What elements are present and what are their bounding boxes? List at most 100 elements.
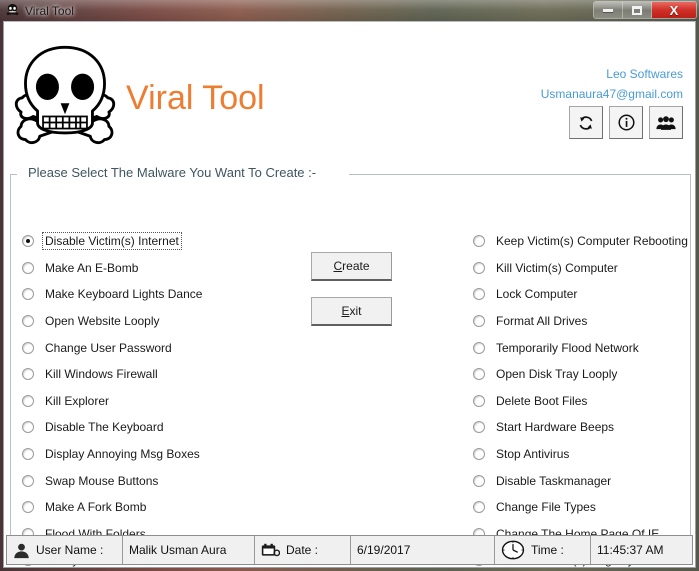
radio-option-label: Open Website Looply <box>45 314 160 329</box>
radio-indicator-icon <box>22 501 34 514</box>
exit-button-accel: E <box>341 304 350 318</box>
exit-button[interactable]: Exit <box>311 297 392 326</box>
status-user-label: User Name : <box>36 543 104 557</box>
window-title: Viral Tool <box>25 3 74 18</box>
radio-option-label: Keep Victim(s) Computer Rebooting <box>496 234 688 249</box>
radio-option[interactable]: Kill Victim(s) Computer <box>473 255 695 282</box>
radio-option-label: Stop Antivirus <box>496 447 570 462</box>
radio-option-label: Open Disk Tray Looply <box>496 367 618 382</box>
radio-option[interactable]: Disable Victim(s) Internet <box>22 228 322 255</box>
radio-indicator-icon <box>473 474 485 487</box>
malware-selection-group: Please Select The Malware You Want To Cr… <box>10 165 691 567</box>
status-time-label-cell: Time : <box>495 536 591 564</box>
calendar-icon <box>261 543 280 558</box>
company-name: Leo Softwares <box>606 67 683 81</box>
radio-option-label: Kill Windows Firewall <box>45 367 158 382</box>
window-skull-icon <box>6 3 19 16</box>
radio-indicator-icon <box>473 235 485 248</box>
radio-option[interactable]: Make Keyboard Lights Dance <box>22 281 322 308</box>
page-title: Viral Tool <box>126 79 265 117</box>
option-column-left: Disable Victim(s) Internet Make An E-Bomb… <box>22 228 322 567</box>
info-icon <box>617 114 635 131</box>
about-team-button[interactable] <box>649 106 683 139</box>
radio-option-label: Format All Drives <box>496 314 588 329</box>
radio-option-label: Disable The Keyboard <box>45 420 164 435</box>
radio-indicator-icon <box>473 315 485 328</box>
refresh-button[interactable] <box>569 106 603 139</box>
radio-option-label: Make An E-Bomb <box>45 260 139 275</box>
radio-option[interactable]: Display Annoying Msg Boxes <box>22 441 322 468</box>
radio-option-label: Change File Types <box>496 500 596 515</box>
status-bar: User Name : Malik Usman Aura Date : 6/19… <box>6 535 693 565</box>
radio-indicator-icon <box>473 421 485 434</box>
radio-option-label: Kill Victim(s) Computer <box>496 260 618 275</box>
radio-option[interactable]: Change File Types <box>473 494 695 521</box>
radio-option-label: Disable Taskmanager <box>496 473 612 488</box>
radio-indicator-icon <box>473 288 485 301</box>
action-button-group: Create Exit <box>311 252 392 326</box>
title-bar[interactable]: Viral Tool X <box>0 0 699 21</box>
refresh-icon <box>579 115 593 130</box>
info-button[interactable] <box>609 106 643 139</box>
close-button[interactable]: X <box>652 2 696 18</box>
create-button-label: reate <box>342 259 370 273</box>
status-date-label: Date : <box>286 543 319 557</box>
radio-indicator-icon <box>473 448 485 461</box>
radio-indicator-icon <box>22 315 34 328</box>
maximize-icon <box>632 5 642 15</box>
radio-option[interactable]: Disable The Keyboard <box>22 414 322 441</box>
radio-option-label: Start Hardware Beeps <box>496 420 615 435</box>
radio-option[interactable]: Start Hardware Beeps <box>473 414 695 441</box>
create-button-accel: C <box>333 259 343 273</box>
radio-option[interactable]: Lock Computer <box>473 281 695 308</box>
radio-indicator-icon <box>22 235 34 248</box>
group-box-title: Please Select The Malware You Want To Cr… <box>23 165 322 180</box>
radio-option[interactable]: Open Website Looply <box>22 308 322 335</box>
radio-option-label: Change User Password <box>45 340 172 355</box>
radio-option[interactable]: Kill Explorer <box>22 388 322 415</box>
radio-indicator-icon <box>22 474 34 487</box>
status-date-label-cell: Date : <box>255 536 351 564</box>
radio-indicator-icon <box>22 341 34 354</box>
radio-indicator-icon <box>473 261 485 274</box>
create-button[interactable]: Create <box>311 252 392 281</box>
radio-option-label: Display Annoying Msg Boxes <box>45 447 200 462</box>
radio-option-label: Make Keyboard Lights Dance <box>45 287 203 302</box>
radio-indicator-icon <box>473 394 485 407</box>
radio-option[interactable]: Temporarily Flood Network <box>473 334 695 361</box>
radio-option-label: Swap Mouse Buttons <box>45 473 159 488</box>
radio-option[interactable]: Make An E-Bomb <box>22 255 322 282</box>
radio-indicator-icon <box>22 368 34 381</box>
maximize-button[interactable] <box>623 2 652 18</box>
radio-option[interactable]: Change User Password <box>22 334 322 361</box>
radio-option[interactable]: Keep Victim(s) Computer Rebooting <box>473 228 695 255</box>
minimize-icon <box>603 8 613 12</box>
application-window: Viral Tool X Viral Tool Leo Softwares Us… <box>0 0 699 571</box>
radio-option-label: Disable Victim(s) Internet <box>42 232 182 251</box>
radio-option[interactable]: Swap Mouse Buttons <box>22 467 322 494</box>
status-time-label: Time : <box>531 543 564 557</box>
radio-option-label: Delete Boot Files <box>496 393 588 408</box>
radio-option[interactable]: Kill Windows Firewall <box>22 361 322 388</box>
radio-indicator-icon <box>473 368 485 381</box>
window-controls: X <box>593 1 697 19</box>
radio-option[interactable]: Delete Boot Files <box>473 388 695 415</box>
minimize-button[interactable] <box>594 2 623 18</box>
people-icon <box>656 115 676 130</box>
status-date-value: 6/19/2017 <box>351 536 495 564</box>
radio-indicator-icon <box>22 421 34 434</box>
radio-option[interactable]: Stop Antivirus <box>473 441 695 468</box>
radio-option-label: Kill Explorer <box>45 393 110 408</box>
clock-icon <box>501 540 525 560</box>
close-icon: X <box>669 2 679 18</box>
radio-indicator-icon <box>22 288 34 301</box>
skull-and-crossbones-icon <box>14 45 116 145</box>
radio-option[interactable]: Make A Fork Bomb <box>22 494 322 521</box>
radio-option-label: Make A Fork Bomb <box>45 500 147 515</box>
radio-indicator-icon <box>22 261 34 274</box>
option-column-right: Keep Victim(s) Computer Rebooting Kill Vi… <box>473 228 695 567</box>
user-icon <box>13 542 30 559</box>
radio-option[interactable]: Disable Taskmanager <box>473 467 695 494</box>
radio-option[interactable]: Format All Drives <box>473 308 695 335</box>
radio-option[interactable]: Open Disk Tray Looply <box>473 361 695 388</box>
